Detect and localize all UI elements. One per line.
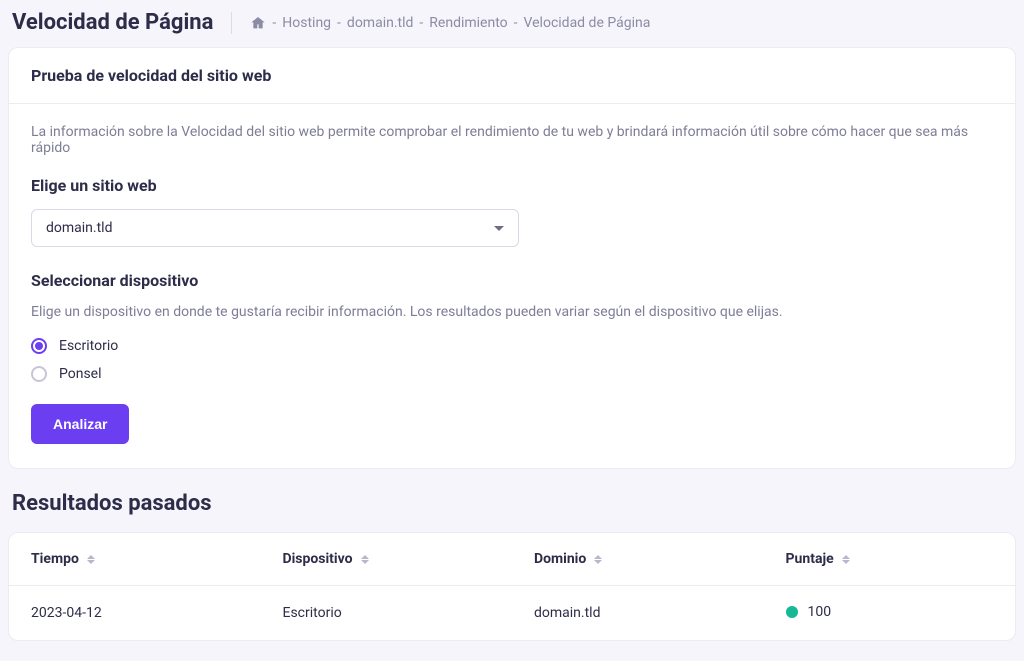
col-device-label: Dispositivo	[283, 551, 353, 567]
device-radio-mobile[interactable]: Ponsel	[31, 366, 993, 382]
site-select-value: domain.tld	[46, 220, 112, 236]
results-table: Tiempo Dispositivo Dominio	[9, 533, 1015, 640]
breadcrumb-link-rendimiento[interactable]: Rendimiento	[429, 15, 507, 31]
breadcrumb-sep: -	[272, 15, 276, 31]
breadcrumb: - Hosting - domain.tld - Rendimiento - V…	[250, 15, 650, 31]
card-description: La información sobre la Velocidad del si…	[31, 124, 993, 156]
score-value: 100	[808, 604, 832, 620]
radio-icon	[31, 366, 47, 382]
breadcrumb-sep: -	[419, 15, 423, 31]
radio-label: Escritorio	[59, 338, 118, 354]
device-label: Seleccionar dispositivo	[31, 271, 993, 290]
col-device[interactable]: Dispositivo	[261, 533, 513, 586]
col-time-label: Tiempo	[31, 551, 79, 567]
breadcrumb-sep: -	[514, 15, 518, 31]
results-title: Resultados pasados	[12, 491, 1012, 516]
speed-test-card: Prueba de velocidad del sitio web La inf…	[8, 47, 1016, 469]
sort-icon	[87, 555, 95, 564]
home-icon[interactable]	[250, 15, 266, 31]
chevron-down-icon	[494, 226, 504, 231]
table-row: 2023-04-12 Escritorio domain.tld 100	[9, 586, 1015, 641]
divider	[231, 12, 232, 34]
cell-time: 2023-04-12	[9, 586, 261, 641]
radio-label: Ponsel	[59, 366, 102, 382]
sort-icon	[361, 555, 369, 564]
sort-icon	[594, 555, 602, 564]
card-title: Prueba de velocidad del sitio web	[31, 66, 993, 85]
sort-icon	[842, 555, 850, 564]
col-domain-label: Dominio	[534, 551, 586, 567]
device-description: Elige un dispositivo en donde te gustarí…	[31, 304, 993, 320]
results-table-card: Tiempo Dispositivo Dominio	[8, 532, 1016, 641]
site-select[interactable]: domain.tld	[31, 209, 519, 247]
col-domain[interactable]: Dominio	[512, 533, 764, 586]
device-radio-desktop[interactable]: Escritorio	[31, 338, 993, 354]
cell-device: Escritorio	[261, 586, 513, 641]
breadcrumb-link-hosting[interactable]: Hosting	[282, 15, 331, 31]
breadcrumb-current: Velocidad de Página	[524, 15, 651, 31]
page-title: Velocidad de Página	[12, 10, 213, 35]
cell-domain: domain.tld	[512, 586, 764, 641]
col-score[interactable]: Puntaje	[764, 533, 1016, 586]
breadcrumb-link-domain[interactable]: domain.tld	[347, 15, 413, 31]
radio-icon	[31, 338, 47, 354]
col-score-label: Puntaje	[786, 551, 834, 567]
status-dot-icon	[786, 606, 798, 618]
analyze-button[interactable]: Analizar	[31, 404, 129, 444]
col-time[interactable]: Tiempo	[9, 533, 261, 586]
breadcrumb-sep: -	[337, 15, 341, 31]
cell-score: 100	[764, 586, 1016, 641]
choose-site-label: Elige un sitio web	[31, 176, 993, 195]
